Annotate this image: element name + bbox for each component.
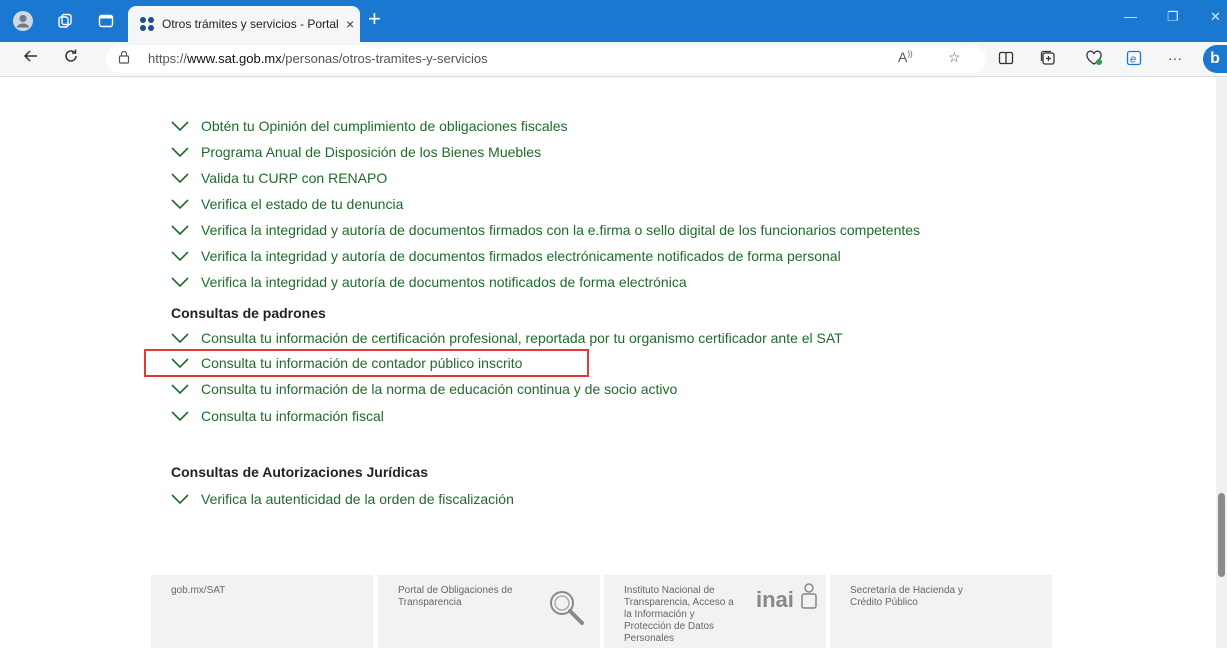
chevron-down-icon [171, 251, 189, 262]
read-aloud-icon[interactable]: A)) [898, 49, 913, 65]
restore-button[interactable]: ❐ [1167, 9, 1179, 25]
address-bar[interactable]: https://www.sat.gob.mx/personas/otros-tr… [106, 45, 986, 73]
inai-figure-icon [801, 583, 817, 609]
sat-favicon-icon [140, 17, 154, 31]
inai-logo: inai [756, 587, 794, 612]
profile-avatar-icon[interactable] [12, 10, 34, 32]
list-item[interactable]: Consulta tu información fiscal [171, 405, 384, 427]
chevron-down-icon [171, 199, 189, 210]
footer-card-gobmx[interactable]: gob.mx/SAT [151, 575, 373, 648]
minimize-button[interactable]: — [1124, 9, 1137, 24]
refresh-icon[interactable] [62, 47, 80, 70]
bing-copilot-icon[interactable]: b [1203, 45, 1227, 73]
lock-icon[interactable] [118, 50, 130, 67]
scrollbar-thumb[interactable] [1218, 493, 1225, 577]
list-item[interactable]: Consulta tu información de certificación… [171, 327, 843, 349]
footer-card-inai[interactable]: Instituto Nacional de Transparencia, Acc… [604, 575, 826, 648]
chevron-down-icon [171, 121, 189, 132]
workspaces-icon[interactable] [54, 10, 76, 32]
browser-toolbar: https://www.sat.gob.mx/personas/otros-tr… [0, 42, 1227, 77]
chevron-down-icon [171, 333, 189, 344]
back-icon[interactable] [22, 47, 40, 70]
chevron-down-icon [171, 411, 189, 422]
footer-card-transparencia[interactable]: Portal de Obligaciones de Transparencia [378, 575, 600, 648]
favorite-star-icon[interactable]: ☆ [948, 49, 961, 66]
tab-actions-icon[interactable] [95, 10, 117, 32]
list-item[interactable]: Verifica la integridad y autoría de docu… [171, 245, 841, 267]
list-item[interactable]: Verifica la autenticidad de la orden de … [171, 488, 514, 510]
more-icon[interactable]: ··· [1168, 50, 1182, 66]
list-item[interactable]: Verifica la integridad y autoría de docu… [171, 219, 920, 241]
page-content: Obtén tu Opinión del cumplimiento de obl… [0, 77, 1216, 648]
tab-close-icon[interactable]: × [346, 16, 354, 32]
chevron-down-icon [171, 173, 189, 184]
footer-card-hacienda[interactable]: Secretaría de Hacienda y Crédito Público [830, 575, 1052, 648]
chevron-down-icon [171, 225, 189, 236]
magnifier-icon [550, 591, 584, 625]
chevron-down-icon [171, 494, 189, 505]
edge-icon[interactable]: e [1126, 50, 1142, 69]
page-scrollbar[interactable] [1216, 77, 1227, 648]
close-window-button[interactable]: ✕ [1210, 9, 1221, 25]
list-item[interactable]: Obtén tu Opinión del cumplimiento de obl… [171, 115, 568, 137]
chevron-down-icon [171, 384, 189, 395]
section-title-juridicas: Consultas de Autorizaciones Jurídicas [171, 464, 428, 480]
section-title-padrones: Consultas de padrones [171, 305, 326, 321]
url-text[interactable]: https://www.sat.gob.mx/personas/otros-tr… [148, 51, 488, 66]
list-item[interactable]: Verifica el estado de tu denuncia [171, 193, 403, 215]
highlight-box [144, 349, 589, 377]
tab-title: Otros trámites y servicios - Portal [162, 17, 339, 31]
chevron-down-icon [171, 277, 189, 288]
browser-essentials-icon[interactable] [1085, 50, 1103, 69]
list-item[interactable]: Consulta tu información de la norma de e… [171, 378, 677, 400]
svg-text:e: e [1130, 54, 1136, 66]
active-tab[interactable]: Otros trámites y servicios - Portal × [128, 6, 360, 42]
split-screen-icon[interactable] [998, 50, 1014, 69]
list-item[interactable]: Verifica la integridad y autoría de docu… [171, 271, 687, 293]
list-item[interactable]: Valida tu CURP con RENAPO [171, 167, 387, 189]
collections-icon[interactable] [1040, 50, 1056, 69]
new-tab-button[interactable]: + [368, 8, 381, 30]
chevron-down-icon [171, 147, 189, 158]
browser-titlebar: Otros trámites y servicios - Portal × + … [0, 0, 1227, 42]
list-item[interactable]: Programa Anual de Disposición de los Bie… [171, 141, 541, 163]
